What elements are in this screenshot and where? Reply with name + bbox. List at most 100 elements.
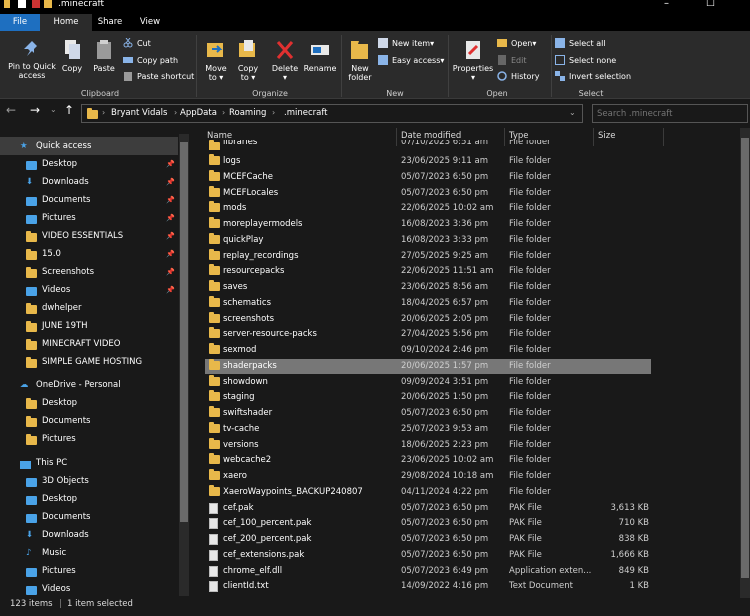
- easy-access-button[interactable]: Easy access ▾: [378, 55, 444, 65]
- sidebar-item[interactable]: MINECRAFT VIDEO: [0, 335, 178, 353]
- file-row[interactable]: XaeroWaypoints_BACKUP240807 04/11/2024 4:…: [205, 484, 651, 500]
- minimize-icon[interactable]: –: [664, 0, 669, 9]
- move-to-button[interactable]: Move to ▾: [202, 39, 230, 82]
- sidebar-item[interactable]: ★ Quick access: [0, 137, 178, 155]
- file-row[interactable]: screenshots 20/06/2025 2:05 pm File folder: [205, 311, 651, 327]
- pin-icon[interactable]: 📌: [166, 227, 175, 245]
- forward-arrow-icon[interactable]: →: [30, 103, 40, 117]
- sidebar-item[interactable]: Documents 📌: [0, 191, 178, 209]
- file-row[interactable]: MCEFLocales 05/07/2023 6:50 pm File folder: [205, 185, 651, 201]
- properties-button[interactable]: Properties ▾: [452, 39, 494, 82]
- history-button[interactable]: History: [497, 71, 539, 81]
- file-row[interactable]: MCEFCache 05/07/2023 6:50 pm File folder: [205, 169, 651, 185]
- copy-path-button[interactable]: Copy path: [123, 55, 178, 65]
- invert-selection-button[interactable]: Invert selection: [555, 71, 631, 81]
- sidebar-item[interactable]: Documents: [0, 412, 178, 430]
- sidebar-item[interactable]: VIDEO ESSENTIALS 📌: [0, 227, 178, 245]
- file-list-scroll-thumb[interactable]: [741, 138, 749, 578]
- sidebar-item[interactable]: Desktop: [0, 490, 178, 508]
- back-arrow-icon[interactable]: ←: [6, 103, 16, 117]
- pin-icon[interactable]: 📌: [166, 191, 175, 209]
- breadcrumb-roaming[interactable]: Roaming: [229, 108, 266, 118]
- checkbox-quick-icon[interactable]: [32, 0, 40, 8]
- sidebar-item[interactable]: Pictures: [0, 430, 178, 448]
- new-folder-button[interactable]: New folder: [345, 39, 375, 82]
- file-row[interactable]: tv-cache 25/07/2023 9:53 am File folder: [205, 421, 651, 437]
- sidebar-item[interactable]: 15.0 📌: [0, 245, 178, 263]
- select-none-button[interactable]: Select none: [555, 55, 616, 65]
- file-row[interactable]: schematics 18/04/2025 6:57 pm File folder: [205, 295, 651, 311]
- pin-icon[interactable]: 📌: [166, 209, 175, 227]
- up-arrow-icon[interactable]: ↑: [64, 103, 74, 117]
- sidebar-item[interactable]: Desktop 📌: [0, 155, 178, 173]
- file-row[interactable]: webcache2 23/06/2025 10:02 am File folder: [205, 453, 651, 468]
- breadcrumb-bryant-vidals[interactable]: Bryant Vidals: [111, 108, 167, 118]
- pin-icon[interactable]: 📌: [166, 245, 175, 263]
- sidebar-item[interactable]: This PC: [0, 454, 178, 472]
- sidebar-item[interactable]: Documents: [0, 508, 178, 526]
- file-row[interactable]: logs 23/06/2025 9:11 am File folder: [205, 154, 651, 169]
- file-row[interactable]: quickPlay 16/08/2023 3:33 pm File folder: [205, 232, 651, 248]
- address-bar[interactable]: › Bryant Vidals › AppData › Roaming › .m…: [81, 104, 583, 123]
- sidebar-item[interactable]: Desktop: [0, 394, 178, 412]
- recent-chevron-icon[interactable]: ⌄: [50, 105, 57, 114]
- tab-file[interactable]: File: [0, 14, 40, 31]
- sidebar-item[interactable]: Screenshots 📌: [0, 263, 178, 281]
- file-row[interactable]: replay_recordings 27/05/2025 9:25 am File …: [205, 248, 651, 264]
- sidebar-item[interactable]: Pictures 📌: [0, 209, 178, 227]
- properties-quick-icon[interactable]: [18, 0, 26, 8]
- maximize-icon[interactable]: ☐: [706, 0, 715, 9]
- copy-to-button[interactable]: Copy to ▾: [234, 39, 262, 82]
- tab-share[interactable]: Share: [92, 14, 128, 31]
- file-row[interactable]: libraries 07/10/2023 6:51 am File folder: [205, 140, 651, 150]
- sidebar-item[interactable]: Videos 📌: [0, 281, 178, 299]
- file-row[interactable]: swiftshader 05/07/2023 6:50 pm File folder: [205, 406, 651, 421]
- sidebar-item[interactable]: ♪ Music: [0, 544, 178, 562]
- column-divider[interactable]: [663, 128, 664, 146]
- sidebar-item[interactable]: ⬇ Downloads 📌: [0, 173, 178, 191]
- file-row[interactable]: cef_extensions.pak 05/07/2023 6:50 pm PAK …: [205, 548, 651, 563]
- copy-button[interactable]: Copy: [60, 39, 84, 73]
- pin-icon[interactable]: 📌: [166, 173, 175, 191]
- folder-quick-icon[interactable]: [44, 0, 52, 8]
- sidebar-item[interactable]: dwhelper: [0, 299, 178, 317]
- sidebar-item[interactable]: SIMPLE GAME HOSTING: [0, 353, 178, 371]
- edit-button[interactable]: Edit: [497, 55, 527, 65]
- search-input[interactable]: [597, 107, 745, 121]
- pin-quick-access-button[interactable]: Pin to Quick access: [4, 39, 60, 80]
- sidebar-item[interactable]: Videos: [0, 580, 178, 598]
- select-all-button[interactable]: Select all: [555, 38, 606, 48]
- paste-shortcut-button[interactable]: Paste shortcut: [123, 71, 194, 81]
- breadcrumb-minecraft[interactable]: .minecraft: [284, 108, 328, 118]
- file-list-scrollbar[interactable]: [740, 128, 750, 598]
- file-row[interactable]: cef_200_percent.pak 05/07/2023 6:50 pm PAK…: [205, 532, 651, 547]
- sidebar-item[interactable]: Pictures: [0, 562, 178, 580]
- file-row[interactable]: saves 23/06/2025 8:56 am File folder: [205, 280, 651, 295]
- pin-icon[interactable]: 📌: [166, 263, 175, 281]
- address-dropdown-icon[interactable]: ⌄: [569, 108, 576, 117]
- file-row[interactable]: cef_100_percent.pak 05/07/2023 6:50 pm PAK…: [205, 516, 651, 531]
- pin-icon[interactable]: 📌: [166, 155, 175, 173]
- file-row[interactable]: versions 18/06/2025 2:23 pm File folder: [205, 437, 651, 453]
- file-row[interactable]: showdown 09/09/2024 3:51 pm File folder: [205, 374, 651, 390]
- file-row[interactable]: staging 20/06/2025 1:50 pm File folder: [205, 390, 651, 405]
- file-row[interactable]: shaderpacks 20/06/2025 1:57 pm File folder: [205, 358, 651, 374]
- sidebar-item[interactable]: JUNE 19TH: [0, 317, 178, 335]
- file-row[interactable]: clientId.txt 14/09/2022 4:16 pm Text Docum…: [205, 579, 651, 594]
- sidebar-item[interactable]: 3D Objects: [0, 472, 178, 490]
- sidebar-scroll-thumb[interactable]: [180, 142, 188, 522]
- file-row[interactable]: mods 22/06/2025 10:02 am File folder: [205, 201, 651, 216]
- file-row[interactable]: sexmod 09/10/2024 2:46 pm File folder: [205, 343, 651, 358]
- file-row[interactable]: chrome_elf.dll 05/07/2023 6:49 pm Applicat…: [205, 564, 651, 579]
- sidebar-item[interactable]: ☁ OneDrive - Personal: [0, 376, 178, 394]
- file-row[interactable]: resourcepacks 22/06/2025 11:51 am File fol…: [205, 264, 651, 279]
- file-row[interactable]: cef.pak 05/07/2023 6:50 pm PAK File 3,613 K…: [205, 501, 651, 516]
- new-item-button[interactable]: New item ▾: [378, 38, 434, 48]
- tab-home[interactable]: Home: [40, 14, 92, 31]
- file-row[interactable]: moreplayermodels 16/08/2023 3:36 pm File f…: [205, 217, 651, 232]
- delete-button[interactable]: Delete ▾: [270, 39, 300, 82]
- rename-button[interactable]: Rename: [303, 39, 337, 73]
- file-row[interactable]: server-resource-packs 27/04/2025 5:56 pm F…: [205, 327, 651, 342]
- pin-icon[interactable]: 📌: [166, 281, 175, 299]
- breadcrumb-appdata[interactable]: AppData: [180, 108, 217, 118]
